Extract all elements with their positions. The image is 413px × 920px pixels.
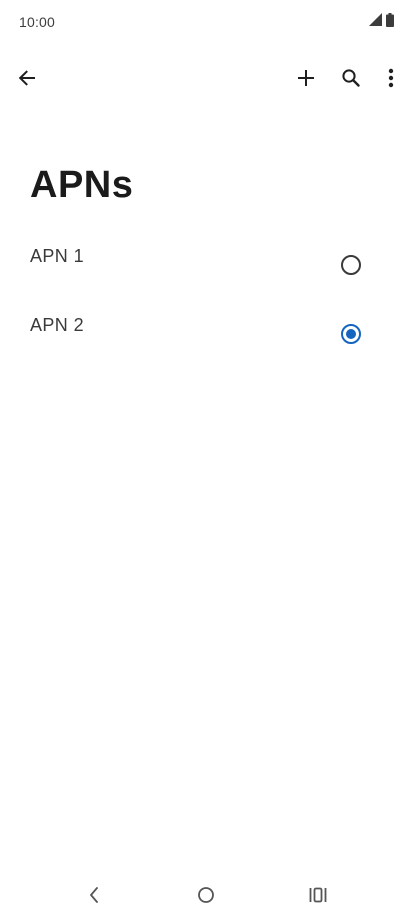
nav-recents-button[interactable] <box>305 884 331 910</box>
status-time: 10:00 <box>19 14 56 30</box>
radio-button-apn-2[interactable] <box>341 324 361 344</box>
plus-icon <box>296 68 316 93</box>
apn-list: APN 1 APN 2 <box>0 222 413 360</box>
system-navigation-bar <box>0 872 413 920</box>
nav-recents-icon <box>309 887 327 908</box>
battery-icon <box>386 12 394 32</box>
back-arrow-icon <box>17 68 37 93</box>
search-button[interactable] <box>331 60 371 100</box>
nav-back-icon <box>88 886 100 909</box>
top-app-bar <box>0 56 413 104</box>
nav-home-icon <box>197 886 215 909</box>
apn-list-item-1[interactable]: APN 1 <box>0 222 413 291</box>
apn-list-item-2[interactable]: APN 2 <box>0 291 413 360</box>
more-options-button[interactable] <box>371 60 411 100</box>
radio-selected-dot <box>346 329 356 339</box>
apn-label: APN 1 <box>30 246 85 266</box>
nav-back-button[interactable] <box>81 884 107 910</box>
add-apn-button[interactable] <box>286 60 326 100</box>
apn-label: APN 2 <box>30 315 85 335</box>
more-vert-icon <box>388 68 394 93</box>
search-icon <box>341 68 361 93</box>
status-bar: 10:00 <box>0 0 413 46</box>
radio-button-apn-1[interactable] <box>341 255 361 275</box>
status-icons <box>369 12 394 32</box>
signal-icon <box>369 13 382 31</box>
nav-home-button[interactable] <box>193 884 219 910</box>
page-title: APNs <box>30 164 134 206</box>
back-button[interactable] <box>7 60 47 100</box>
